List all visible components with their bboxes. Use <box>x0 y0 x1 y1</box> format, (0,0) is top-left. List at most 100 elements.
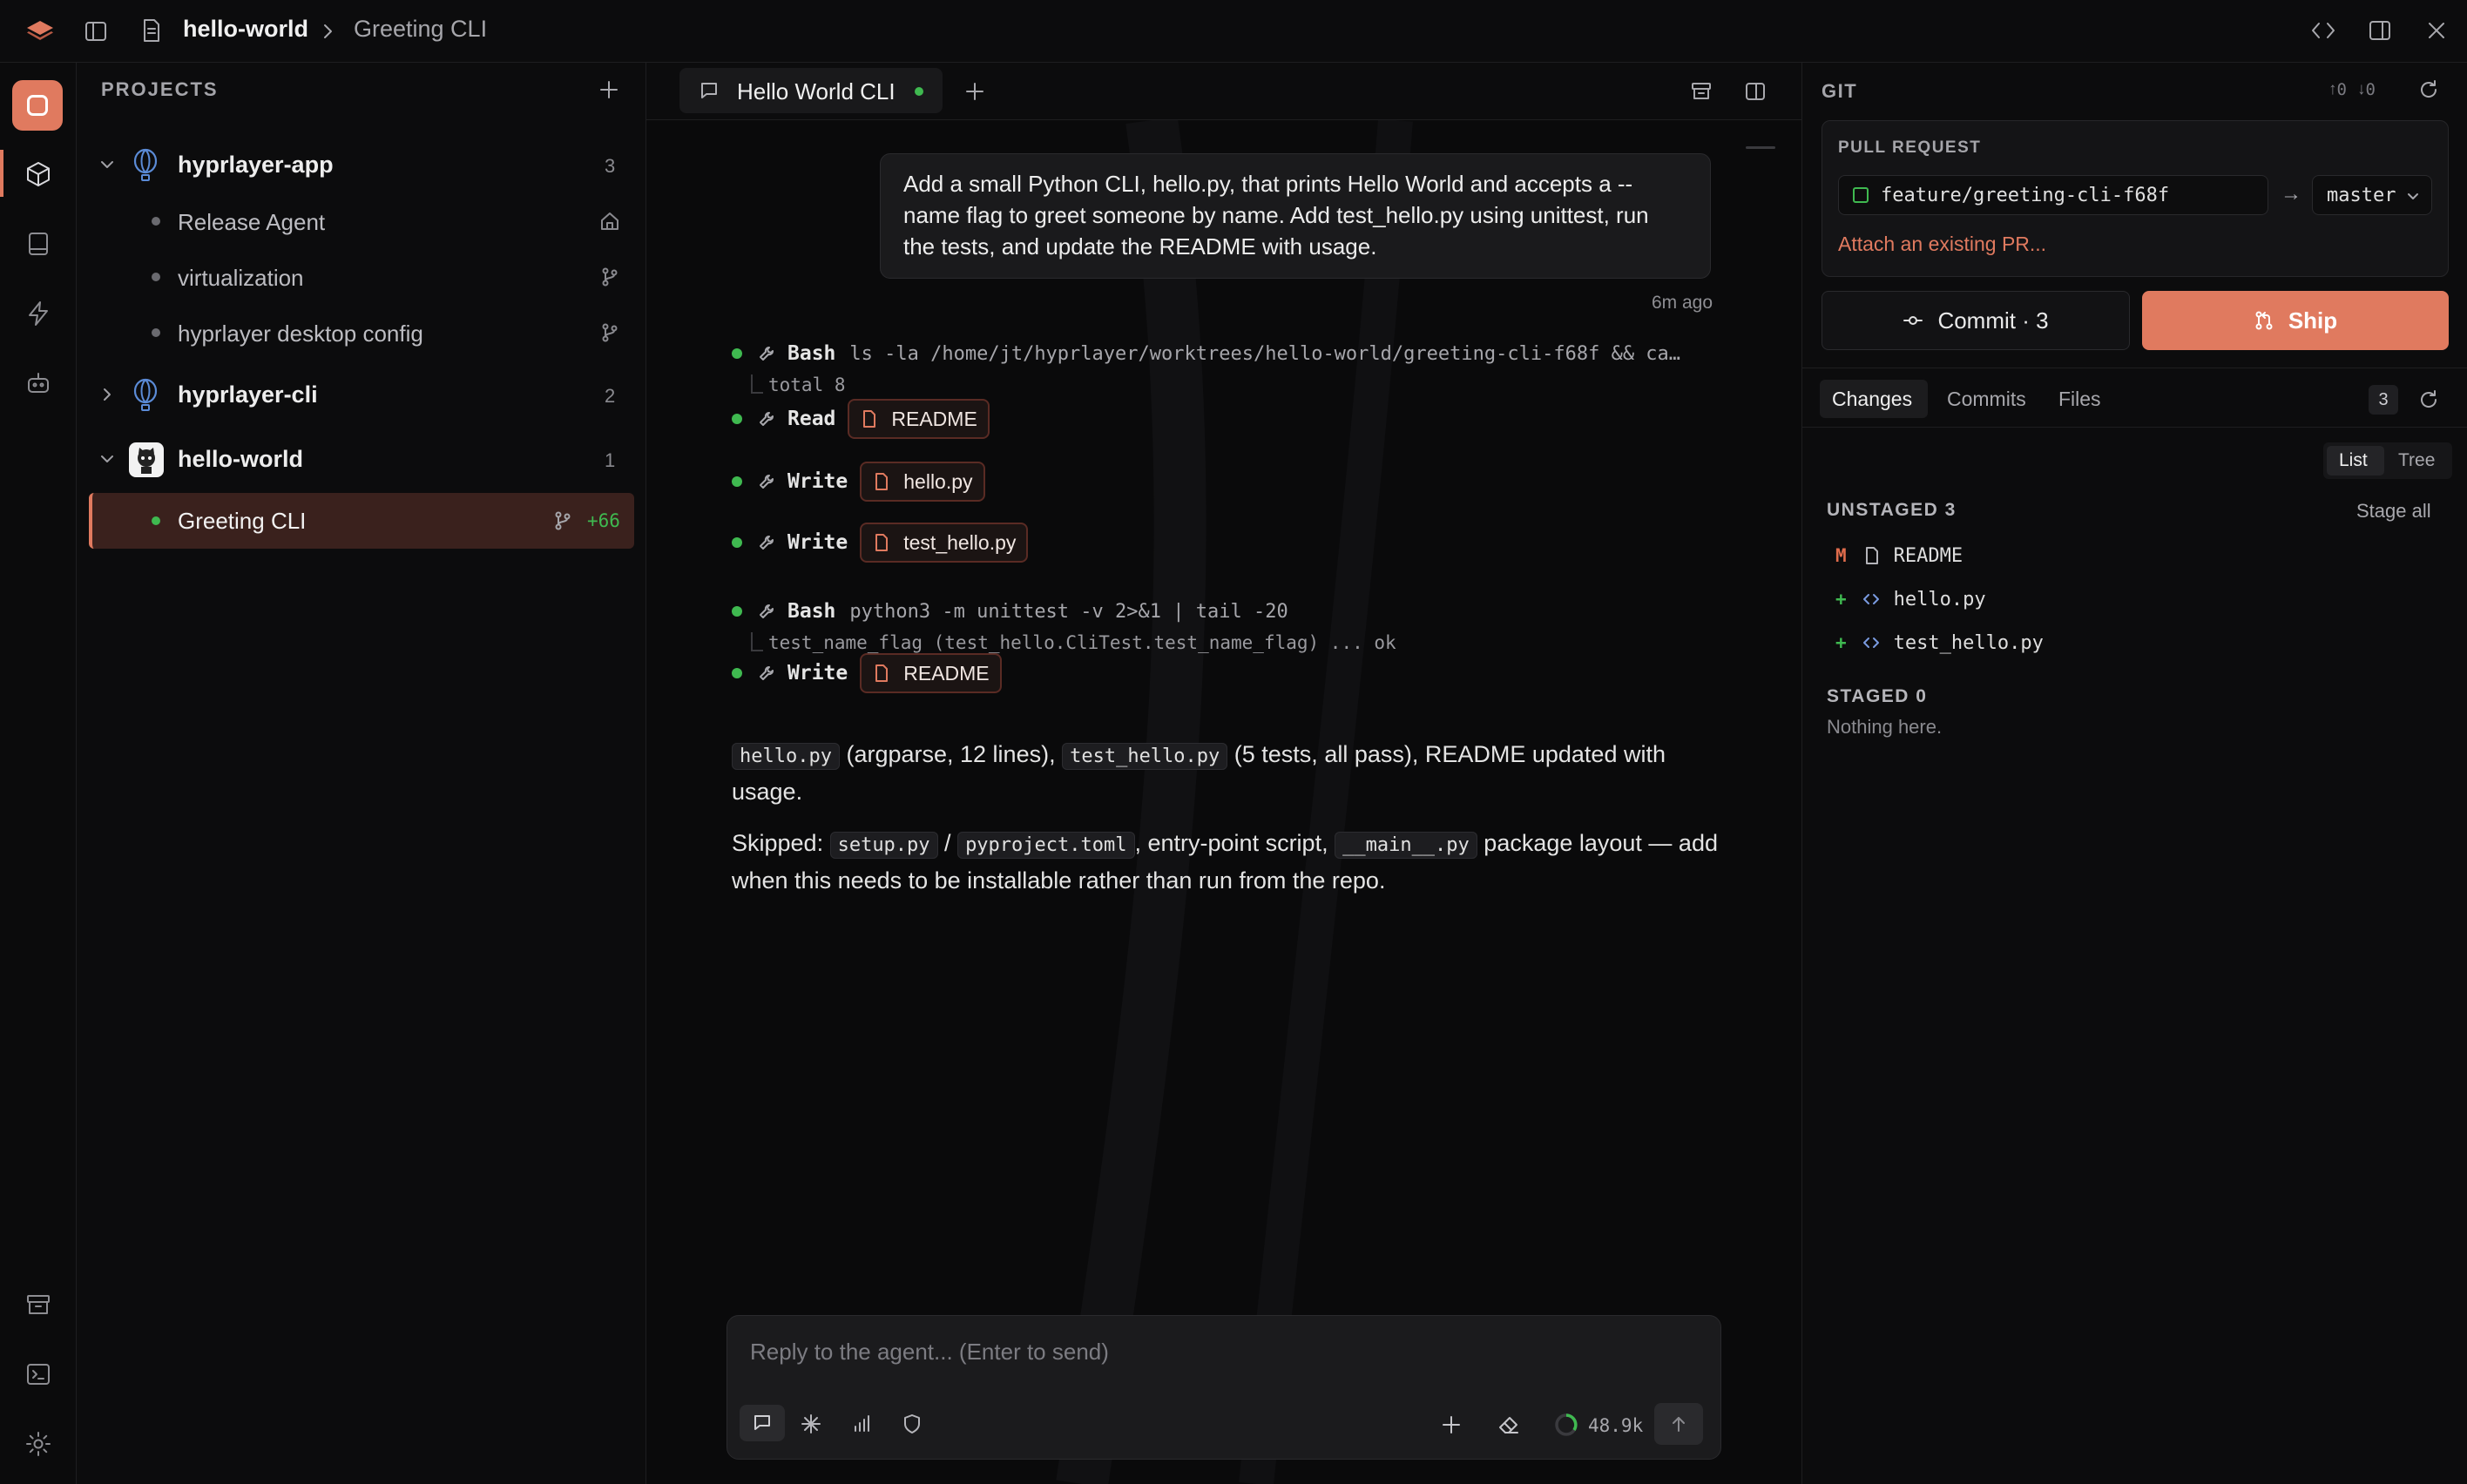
file-chip-readme[interactable]: README <box>848 399 990 439</box>
changed-file-readme[interactable]: M README <box>1835 538 1963 573</box>
book-icon[interactable] <box>24 230 52 258</box>
refresh-icon[interactable] <box>2417 388 2440 411</box>
terminal-icon[interactable] <box>24 1360 52 1388</box>
bar-chart-icon[interactable] <box>851 1413 872 1434</box>
view-list-button[interactable]: List <box>2327 446 2384 476</box>
tool-call-bash-2[interactable]: Bash python3 -m unittest -v 2>&1 | tail … <box>732 592 1288 631</box>
git-branch-icon <box>552 510 573 531</box>
code-view-icon[interactable] <box>2310 18 2336 43</box>
tool-name: Read <box>787 408 836 430</box>
lightning-icon[interactable] <box>24 300 52 327</box>
eraser-icon[interactable] <box>1497 1413 1520 1436</box>
changed-file-test-hello-py[interactable]: + test_hello.py <box>1835 625 2044 660</box>
project-count: 3 <box>605 155 616 177</box>
file-chip-test-hello-py[interactable]: test_hello.py <box>860 523 1029 563</box>
sidebar-item-virtualization[interactable]: virtualization <box>77 254 646 300</box>
sparkle-icon[interactable] <box>801 1413 821 1434</box>
chat-mode-button[interactable] <box>740 1405 785 1441</box>
stage-all-button[interactable]: Stage all <box>2356 500 2431 523</box>
new-tab-icon[interactable] <box>963 80 986 103</box>
file-chip-readme[interactable]: README <box>860 653 1002 693</box>
scroll-indicator[interactable] <box>1746 146 1775 149</box>
file-icon <box>874 664 889 683</box>
ahead-count: 0 <box>2336 80 2347 99</box>
inline-code: test_hello.py <box>1062 743 1228 770</box>
inline-code: __main__.py <box>1335 832 1477 859</box>
project-row-hello-world[interactable]: hello-world 1 <box>77 435 646 484</box>
code-icon <box>1862 590 1880 608</box>
home-icon <box>599 211 620 232</box>
chevron-right-icon[interactable] <box>98 385 117 404</box>
breadcrumb-session[interactable]: Greeting CLI <box>354 16 487 43</box>
ship-button[interactable]: Ship <box>2142 291 2449 350</box>
composer: Reply to the agent... (Enter to send) 48… <box>727 1315 1721 1460</box>
reply-input[interactable]: Reply to the agent... (Enter to send) <box>750 1339 1109 1366</box>
shield-icon[interactable] <box>902 1413 923 1434</box>
refresh-icon[interactable] <box>2417 78 2440 101</box>
active-indicator <box>0 150 3 197</box>
tab-changes[interactable]: Changes <box>1820 380 1928 418</box>
tab-hello-world-cli[interactable]: Hello World CLI <box>679 68 943 113</box>
tab-files[interactable]: Files <box>2058 388 2101 411</box>
summary-text: package layout — add <box>1477 830 1718 856</box>
sidebar-item-release-agent[interactable]: Release Agent <box>77 199 646 244</box>
file-icon <box>874 533 889 552</box>
summary-text: (5 tests, all pass), README updated with <box>1227 741 1666 767</box>
context-usage-ring-icon <box>1553 1412 1579 1438</box>
archive-tab-icon[interactable] <box>1690 80 1713 103</box>
user-message-line: the tests, and update the README with us… <box>903 233 1377 260</box>
changed-file-hello-py[interactable]: + hello.py <box>1835 582 1986 617</box>
tool-command: ls -la /home/jt/hyprlayer/worktrees/hell… <box>849 342 1681 365</box>
head-branch-field[interactable]: feature/greeting-cli-f68f <box>1838 175 2268 215</box>
breadcrumb-project[interactable]: hello-world <box>183 16 308 43</box>
view-mode-toggle: List Tree <box>2323 442 2452 479</box>
tool-call-write-hello[interactable]: Write hello.py <box>732 460 985 503</box>
sidebar-toggle-icon[interactable] <box>84 19 108 44</box>
file-chip-hello-py[interactable]: hello.py <box>860 462 985 502</box>
chevron-down-icon[interactable] <box>98 449 117 469</box>
session-name: virtualization <box>178 265 304 291</box>
hot-air-balloon-icon <box>131 148 160 183</box>
tool-name: Write <box>787 662 848 685</box>
add-project-icon[interactable] <box>598 78 620 101</box>
workspace-button[interactable] <box>12 80 63 131</box>
panel-layout-icon[interactable] <box>2368 18 2392 43</box>
sidebar-item-greeting-cli[interactable]: Greeting CLI +66 <box>89 493 634 549</box>
cube-icon[interactable] <box>24 160 52 188</box>
sidebar-item-hyprlayer-desktop-config[interactable]: hyprlayer desktop config <box>77 310 646 355</box>
settings-gear-icon[interactable] <box>24 1430 52 1458</box>
tool-call-write-test[interactable]: Write test_hello.py <box>732 521 1029 564</box>
close-icon[interactable] <box>2425 19 2448 42</box>
tool-call-write-readme[interactable]: Write README <box>732 651 1002 695</box>
robot-icon[interactable] <box>24 369 52 397</box>
chevron-down-icon[interactable] <box>98 155 117 174</box>
success-dot <box>732 414 742 424</box>
projects-header: PROJECTS <box>101 78 219 100</box>
success-dot <box>732 537 742 548</box>
success-dot <box>732 348 742 359</box>
commit-button[interactable]: Commit · 3 <box>1822 291 2130 350</box>
tab-commits[interactable]: Commits <box>1947 388 2026 411</box>
base-branch-select[interactable]: master <box>2312 175 2432 215</box>
tool-output: total 8 <box>751 374 846 395</box>
document-icon <box>141 18 162 43</box>
activity-rail <box>0 63 77 1484</box>
project-row-hyprlayer-cli[interactable]: hyprlayer-cli 2 <box>77 371 646 420</box>
archive-icon[interactable] <box>24 1291 52 1319</box>
git-branch-icon <box>599 322 620 343</box>
wrench-icon <box>758 345 775 362</box>
view-tree-button[interactable]: Tree <box>2398 450 2435 471</box>
tool-call-read[interactable]: Read README <box>732 397 990 441</box>
unstaged-header: UNSTAGED 3 <box>1827 500 1957 520</box>
tab-label: Hello World CLI <box>737 78 896 105</box>
tool-call-bash-1[interactable]: Bash ls -la /home/jt/hyprlayer/worktrees… <box>732 334 1680 373</box>
file-chip-label: README <box>891 407 977 430</box>
split-view-icon[interactable] <box>1744 80 1767 103</box>
attach-plus-icon[interactable] <box>1440 1413 1463 1436</box>
git-branch-icon <box>599 266 620 287</box>
commit-icon <box>1903 310 1923 331</box>
send-button[interactable] <box>1654 1403 1703 1445</box>
project-row-hyprlayer-app[interactable]: hyprlayer-app 3 <box>77 141 646 190</box>
attach-pr-link[interactable]: Attach an existing PR... <box>1838 233 2046 256</box>
pr-label: PULL REQUEST <box>1838 138 1982 157</box>
